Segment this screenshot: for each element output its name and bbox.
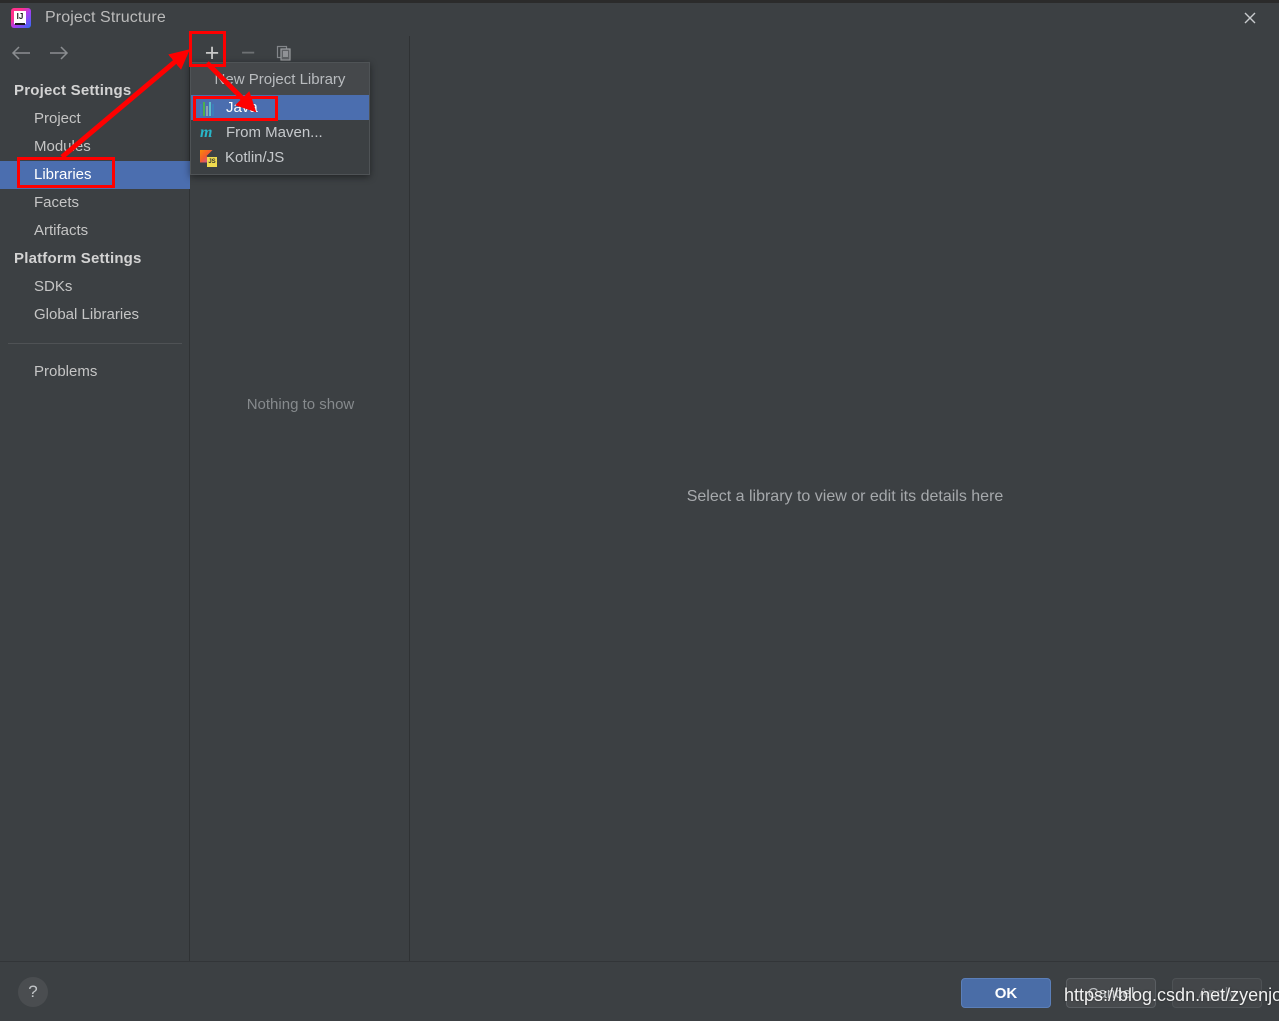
menu-item-kotlin-js[interactable]: JS Kotlin/JS xyxy=(191,145,369,170)
settings-nav-list: Project Settings Project Modules Librari… xyxy=(0,77,190,386)
new-library-popup-menu: New Project Library Java m From Maven...… xyxy=(190,62,370,175)
arrow-right-icon xyxy=(50,46,69,60)
sidebar-item-sdks[interactable]: SDKs xyxy=(0,273,190,301)
settings-sidebar: Project Settings Project Modules Librari… xyxy=(0,36,190,961)
maven-icon: m xyxy=(200,123,213,141)
sidebar-divider xyxy=(8,343,182,344)
nav-group-platform-settings: Platform Settings xyxy=(14,250,142,267)
minus-icon: − xyxy=(240,39,256,67)
popup-menu-header: New Project Library xyxy=(191,63,369,95)
sidebar-item-facets[interactable]: Facets xyxy=(0,189,190,217)
empty-list-message: Nothing to show xyxy=(246,396,355,413)
intellij-logo-icon: IJ xyxy=(11,8,31,28)
menu-item-from-maven[interactable]: m From Maven... xyxy=(191,120,369,145)
close-icon xyxy=(1244,12,1256,24)
help-button[interactable]: ? xyxy=(18,977,48,1007)
sidebar-item-project[interactable]: Project xyxy=(0,105,190,133)
copy-icon xyxy=(276,45,291,61)
title-bar: IJ Project Structure xyxy=(0,0,1279,36)
kotlin-js-icon: JS xyxy=(200,149,217,167)
menu-item-java[interactable]: Java xyxy=(191,95,369,120)
sidebar-item-artifacts[interactable]: Artifacts xyxy=(0,217,190,245)
sidebar-item-global-libraries[interactable]: Global Libraries xyxy=(0,301,190,329)
detail-placeholder-message: Select a library to view or edit its det… xyxy=(686,488,1004,505)
help-icon: ? xyxy=(28,982,38,1001)
watermark-text: https://blog.csdn.net/zyenjoy xyxy=(1064,985,1279,1005)
menu-item-java-label: Java xyxy=(226,99,258,116)
forward-button[interactable] xyxy=(48,42,70,64)
menu-item-kotlin-js-label: Kotlin/JS xyxy=(225,149,285,166)
sidebar-item-problems[interactable]: Problems xyxy=(0,358,190,386)
title-bar-top-strip xyxy=(0,0,1279,3)
intellij-logo-bar xyxy=(15,23,25,25)
arrow-left-icon xyxy=(11,46,30,60)
java-icon xyxy=(200,101,218,116)
close-button[interactable] xyxy=(1221,0,1279,36)
library-detail-pane: Select a library to view or edit its det… xyxy=(411,36,1279,961)
nav-group-project-settings: Project Settings xyxy=(14,82,132,99)
page-title: Project Structure xyxy=(45,9,166,26)
sidebar-item-libraries[interactable]: Libraries xyxy=(0,161,190,189)
back-button[interactable] xyxy=(10,42,32,64)
project-structure-dialog: IJ Project Structure Project Settings Pr… xyxy=(0,0,1279,1021)
sidebar-item-modules[interactable]: Modules xyxy=(0,133,190,161)
ok-button[interactable]: OK xyxy=(961,978,1051,1008)
navigation-toolbar xyxy=(0,36,190,70)
menu-item-from-maven-label: From Maven... xyxy=(226,124,323,141)
intellij-logo-text: IJ xyxy=(16,12,24,21)
plus-icon: + xyxy=(204,39,220,67)
